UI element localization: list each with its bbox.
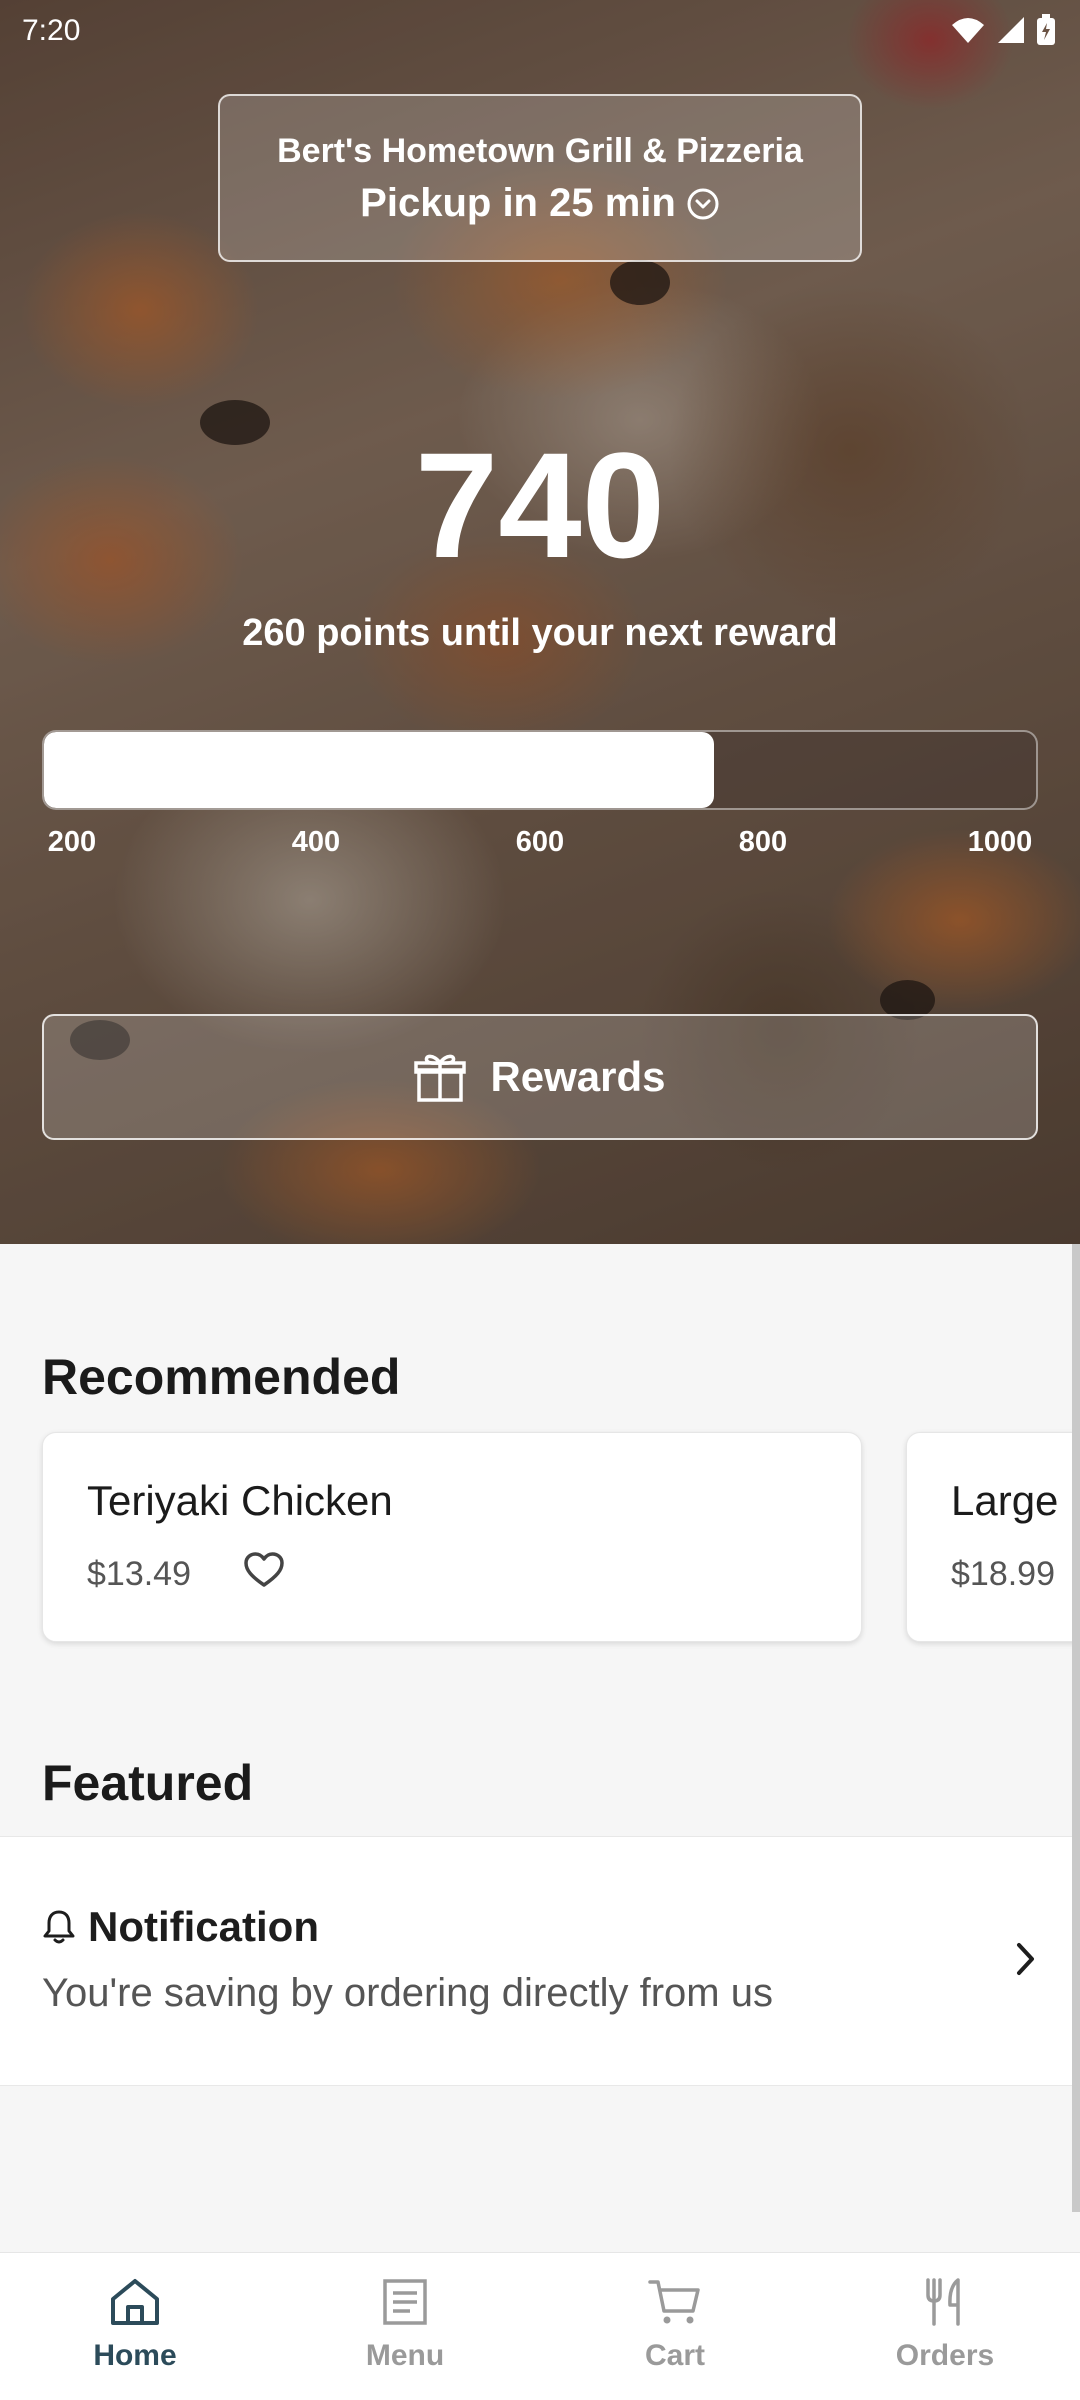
featured-title: Featured (42, 1755, 254, 1811)
chevron-down-circle-icon (687, 188, 719, 219)
rewards-button[interactable]: Rewards (42, 1014, 1038, 1140)
progress-tick: 600 (515, 826, 565, 858)
signal-icon (998, 17, 1024, 43)
status-bar: 7:20 (0, 0, 1080, 60)
hero-banner: 7:20 Bert's Hometown Grill & Pizzeria Pi… (0, 0, 1080, 1244)
orders-icon (926, 2278, 960, 2326)
battery-icon (1037, 14, 1055, 45)
item-price: $13.49 (87, 1555, 191, 1593)
item-name: Large C (951, 1477, 1080, 1524)
notification-heading: Notification (42, 1903, 319, 1951)
nav-home-label: Home (93, 2339, 177, 2372)
progress-tick: 800 (738, 826, 788, 858)
item-name: Teriyaki Chicken (87, 1477, 393, 1524)
progress-tick: 1000 (967, 826, 1033, 858)
rewards-button-label: Rewards (490, 1053, 666, 1100)
home-icon (111, 2279, 159, 2325)
nav-cart-label: Cart (644, 2339, 705, 2372)
status-time: 7:20 (22, 14, 81, 47)
wifi-icon (952, 18, 984, 43)
pickup-time: Pickup in 25 min (220, 181, 860, 226)
menu-icon (383, 2279, 427, 2325)
nav-menu[interactable]: Menu (270, 2253, 540, 2400)
heart-icon[interactable] (243, 1551, 285, 1589)
points-progress-bar (42, 730, 1038, 810)
nav-orders-label: Orders (895, 2339, 995, 2372)
bell-icon (43, 1910, 75, 1944)
nav-menu-label: Menu (365, 2339, 445, 2372)
pickup-label: Pickup in 25 min (360, 181, 676, 225)
olive-decoration (610, 260, 670, 305)
notification-card[interactable]: Notification You're saving by ordering d… (0, 1836, 1080, 2086)
recommended-title: Recommended (42, 1349, 401, 1405)
store-pickup-card[interactable]: Bert's Hometown Grill & Pizzeria Pickup … (218, 94, 862, 262)
recommended-item-card[interactable]: Large C $18.99 (906, 1432, 1080, 1642)
bottom-navigation: Home Menu Cart Orders (0, 2252, 1080, 2400)
notification-text: You're saving by ordering directly from … (42, 1971, 773, 2015)
store-name: Bert's Hometown Grill & Pizzeria (277, 132, 803, 170)
status-icons (950, 14, 1056, 46)
progress-tick: 200 (47, 826, 97, 858)
points-progress-fill (44, 732, 714, 808)
recommended-item-card[interactable]: Teriyaki Chicken $13.49 (42, 1432, 862, 1642)
nav-orders[interactable]: Orders (810, 2253, 1080, 2400)
notification-title: Notification (88, 1903, 319, 1950)
nav-cart[interactable]: Cart (540, 2253, 810, 2400)
points-value: 740 (414, 421, 666, 589)
gift-icon (414, 1054, 467, 1102)
item-price: $18.99 (951, 1555, 1055, 1593)
cart-icon (648, 2280, 700, 2324)
progress-tick: 400 (291, 826, 341, 858)
scrollbar[interactable] (1072, 1244, 1080, 2212)
chevron-right-icon (1017, 1943, 1034, 1975)
nav-home[interactable]: Home (0, 2253, 270, 2400)
points-subtitle: 260 points until your next reward (242, 612, 838, 654)
